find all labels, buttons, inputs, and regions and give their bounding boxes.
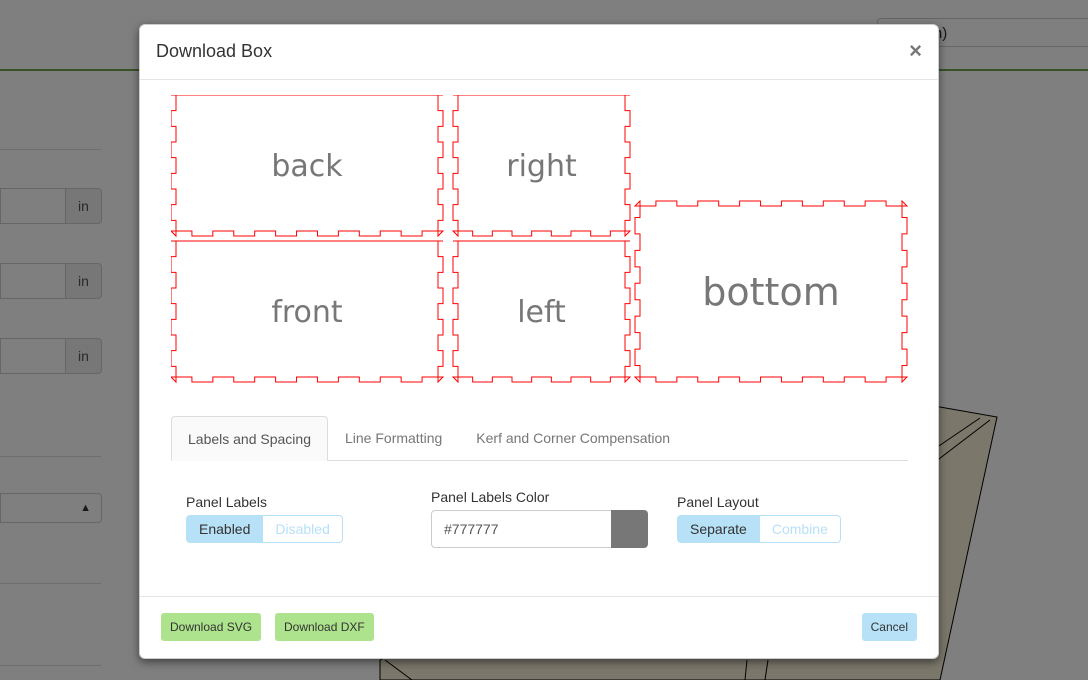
panel-labels-field: Panel Labels Enabled Disabled xyxy=(186,494,343,543)
panel-label-right: right xyxy=(506,149,577,184)
download-svg-button[interactable]: Download SVG xyxy=(161,613,262,641)
panel-preview: back right front left bottom xyxy=(171,95,909,384)
panel-labels-disabled-button[interactable]: Disabled xyxy=(263,515,343,543)
panel-layout-combine-button[interactable]: Combine xyxy=(759,515,841,543)
color-swatch-button[interactable] xyxy=(611,510,648,548)
color-input-group xyxy=(431,510,648,548)
panel-layout-separate-button[interactable]: Separate xyxy=(677,515,760,543)
panel-labels-enabled-button[interactable]: Enabled xyxy=(186,515,264,543)
panel-label-left: left xyxy=(517,295,566,330)
panel-label-back: back xyxy=(271,149,343,184)
download-dxf-button[interactable]: Download DXF xyxy=(275,613,374,641)
panel-labels-label: Panel Labels xyxy=(186,494,267,510)
cancel-button[interactable]: Cancel xyxy=(861,613,917,641)
tab-line-formatting[interactable]: Line Formatting xyxy=(328,416,459,461)
panel-labels-toggle: Enabled Disabled xyxy=(186,515,343,543)
panel-layout-label: Panel Layout xyxy=(677,494,759,510)
tab-kerf-and-corner-compensation[interactable]: Kerf and Corner Compensation xyxy=(459,416,687,461)
modal-body: back right front left bottom Labels and Spac… xyxy=(140,80,938,598)
modal-header: Download Box × xyxy=(140,25,938,80)
panel-labels-color-input[interactable] xyxy=(431,510,611,548)
panel-labels-color-field: Panel Labels Color xyxy=(431,489,648,548)
panel-label-bottom: bottom xyxy=(702,270,839,314)
panel-label-front: front xyxy=(271,295,343,330)
download-box-modal: Download Box × back right front left bottom … xyxy=(139,24,939,659)
settings-tabs: Labels and Spacing Line Formatting Kerf … xyxy=(171,416,908,461)
panel-labels-color-label: Panel Labels Color xyxy=(431,489,550,505)
close-icon[interactable]: × xyxy=(909,40,922,62)
panel-layout-field: Panel Layout Separate Combine xyxy=(677,494,841,543)
panel-layout-toggle: Separate Combine xyxy=(677,515,841,543)
modal-title: Download Box xyxy=(156,41,273,61)
tab-labels-and-spacing[interactable]: Labels and Spacing xyxy=(171,416,328,461)
modal-footer: Download SVG Download DXF Cancel xyxy=(140,596,938,658)
